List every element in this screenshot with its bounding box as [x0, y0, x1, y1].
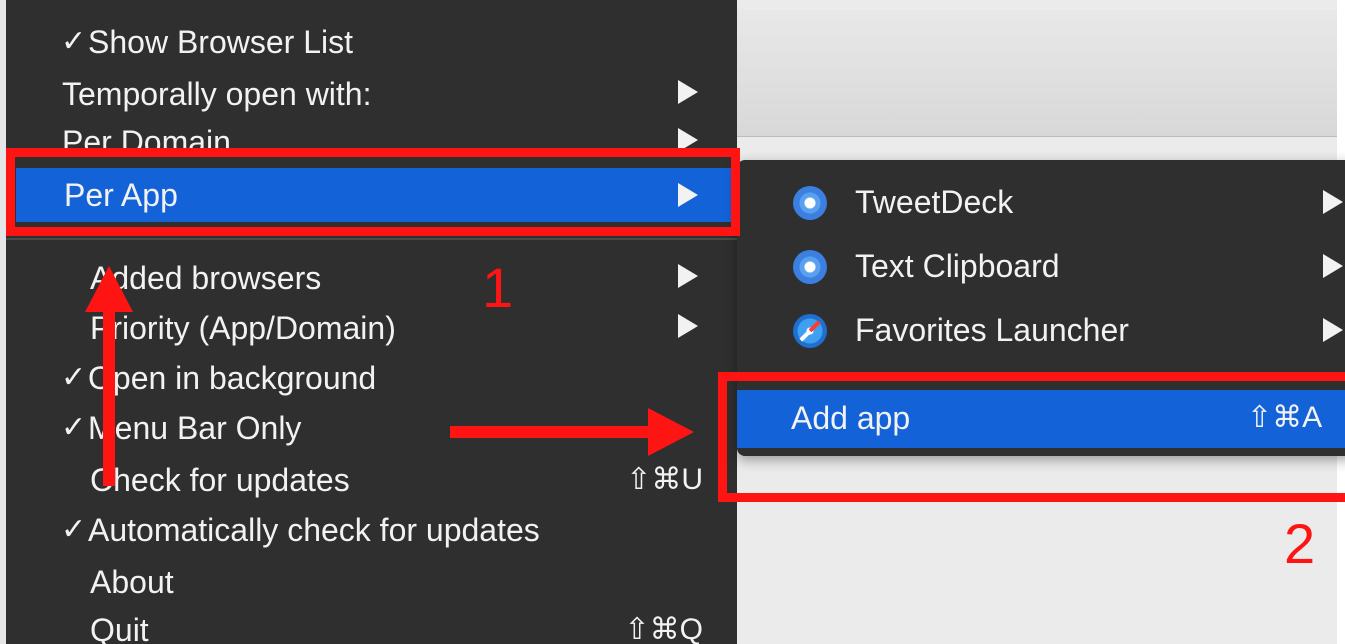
- arrow-shaft: [450, 426, 650, 438]
- chrome-app-icon: [793, 250, 827, 284]
- menu-item-label: Open in background: [88, 360, 377, 396]
- checkmark-icon: ✓: [61, 25, 87, 58]
- menu-item-quit[interactable]: Quit ⇧⌘Q: [6, 606, 737, 644]
- keyboard-shortcut: ⇧⌘U: [626, 463, 703, 496]
- highlight-box-add-app: [718, 372, 1345, 502]
- checkmark-icon: ✓: [61, 361, 87, 394]
- submenu-item-label: Favorites Launcher: [855, 312, 1129, 348]
- submenu-item-label: TweetDeck: [855, 184, 1014, 220]
- safari-app-icon: [793, 314, 827, 348]
- menu-item-label: Per Domain: [62, 124, 231, 150]
- menu-item-about[interactable]: About: [6, 558, 737, 608]
- menu-separator: [6, 238, 737, 240]
- menu-item-check-for-updates[interactable]: Check for updates ⇧⌘U: [6, 456, 737, 506]
- menu-item-label: About: [90, 564, 174, 600]
- menu-item-temporally-open-with[interactable]: Temporally open with:: [6, 70, 737, 120]
- annotation-number-1: 1: [482, 256, 514, 319]
- menu-item-label: Quit: [90, 612, 149, 644]
- menu-item-label: Show Browser List: [88, 24, 353, 60]
- menu-item-label: Automatically check for updates: [88, 512, 540, 548]
- menu-item-label: Temporally open with:: [62, 76, 372, 112]
- compass-needle-icon: [799, 320, 821, 342]
- chrome-app-icon: [793, 186, 827, 220]
- menu-item-open-in-background[interactable]: ✓ Open in background: [6, 354, 737, 404]
- submenu-item-tweetdeck[interactable]: TweetDeck: [737, 174, 1345, 232]
- menu-item-label: Check for updates: [90, 462, 350, 498]
- submenu-arrow-icon: [1323, 254, 1343, 278]
- submenu-item-label: Text Clipboard: [855, 248, 1060, 284]
- submenu-arrow-icon: [1323, 190, 1343, 214]
- keyboard-shortcut: ⇧⌘Q: [624, 613, 703, 644]
- arrow-head-right-icon: [648, 408, 694, 456]
- submenu-arrow-icon: [1323, 318, 1343, 342]
- menu-item-auto-check-updates[interactable]: ✓ Automatically check for updates: [6, 506, 737, 556]
- menu-item-per-domain[interactable]: Per Domain: [6, 118, 737, 150]
- menu-item-show-browser-list[interactable]: ✓ Show Browser List: [6, 18, 737, 68]
- menu-item-label: Menu Bar Only: [88, 410, 302, 446]
- menu-item-label: Priority (App/Domain): [90, 310, 396, 346]
- highlight-box-per-app: [6, 148, 740, 236]
- checkmark-icon: ✓: [61, 513, 87, 546]
- submenu-item-favorites-launcher[interactable]: Favorites Launcher: [737, 302, 1345, 360]
- arrow-head-up-icon: [85, 266, 133, 312]
- main-menu: ✓ Show Browser List Temporally open with…: [6, 0, 737, 644]
- submenu-item-text-clipboard[interactable]: Text Clipboard: [737, 238, 1345, 296]
- screenshot-stage: ✓ Show Browser List Temporally open with…: [0, 0, 1345, 644]
- arrow-shaft: [103, 310, 115, 486]
- annotation-number-2: 2: [1284, 512, 1316, 575]
- background-toolbar: [700, 10, 1345, 137]
- submenu-arrow-icon: [678, 264, 698, 288]
- submenu-arrow-icon: [678, 128, 698, 150]
- submenu-arrow-icon: [678, 314, 698, 338]
- submenu-arrow-icon: [678, 80, 698, 104]
- checkmark-icon: ✓: [61, 411, 87, 444]
